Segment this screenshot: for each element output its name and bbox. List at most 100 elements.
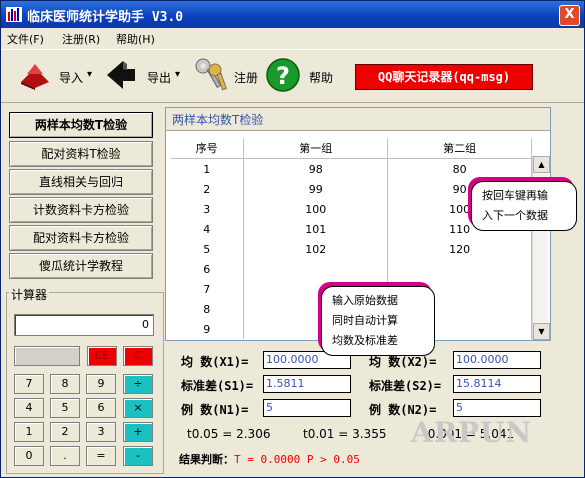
cell-group1[interactable] [243, 259, 389, 279]
row-index: 4 [170, 219, 245, 239]
row-index: 1 [170, 158, 245, 179]
col-header-group1: 第一组 [243, 138, 389, 159]
svg-text:?: ? [276, 62, 290, 90]
help-icon: ? [266, 58, 300, 92]
help-button[interactable]: ? 帮助 [265, 50, 337, 102]
calc-key-3[interactable]: 3 [86, 422, 116, 442]
nav-chi-square-count[interactable]: 计数资料卡方检验 [9, 197, 153, 223]
close-button[interactable]: X [559, 5, 580, 26]
table-row: 1 98 80 [170, 158, 532, 179]
result-label: 结果判断： [179, 453, 234, 466]
t-critical-005: t0.05 = 2.306 [187, 427, 271, 441]
register-label: 注册 [234, 71, 259, 85]
mean2-field[interactable]: 100.0000 [453, 351, 541, 369]
bar-chart-icon [6, 7, 22, 22]
table-row: 6 [170, 259, 532, 279]
cell-group2[interactable]: 120 [387, 239, 532, 259]
row-index: 9 [170, 319, 245, 339]
import-label: 导入 [59, 71, 84, 85]
panel-header: 两样本均数T检验 [166, 108, 550, 131]
calc-key-1[interactable]: 1 [14, 422, 44, 442]
col-header-group2: 第二组 [387, 138, 532, 159]
cell-group1[interactable]: 99 [243, 179, 389, 199]
help-label: 帮助 [309, 71, 334, 85]
export-button[interactable]: 导出 ▾ [101, 50, 187, 102]
scroll-up-icon[interactable]: ▲ [533, 156, 550, 173]
import-icon [21, 64, 49, 90]
window-title: 临床医师统计学助手 V3.0 [27, 10, 184, 25]
row-index: 7 [170, 279, 245, 299]
nav-paired-t-test[interactable]: 配对资料T检验 [9, 141, 153, 167]
calc-key-6[interactable]: 6 [86, 398, 116, 418]
cell-group1[interactable]: 98 [243, 158, 389, 179]
calc-key-add[interactable]: + [123, 422, 153, 442]
row-index: 6 [170, 259, 245, 279]
menu-bar: 文件(F) 注册(R) 帮助(H) [1, 28, 584, 48]
calc-key-9[interactable]: 9 [86, 374, 116, 394]
tip-enter-next: 按回车键再输 入下一个数据 [471, 181, 577, 231]
title-bar[interactable]: 临床医师统计学助手 V3.0 X [1, 1, 584, 28]
grid-header-row: 序号 第一组 第二组 [170, 138, 532, 159]
calculator-label: 计算器 [9, 286, 50, 303]
stats-panel: 均 数(X1)= 100.0000 均 数(X2)= 100.0000 标准差(… [165, 341, 549, 473]
keys-icon [195, 58, 227, 91]
cell-group2[interactable] [387, 259, 532, 279]
calc-key-dot[interactable]: . [50, 446, 80, 466]
cell-group1[interactable]: 100 [243, 199, 389, 219]
mean1-label: 均 数(X1)= [181, 355, 249, 369]
watermark-text: ARPUN [411, 416, 533, 449]
nav-linear-regression[interactable]: 直线相关与回归 [9, 169, 153, 195]
calc-key-c[interactable]: C [123, 346, 153, 366]
sd2-field[interactable]: 15.8114 [453, 375, 541, 393]
menu-file[interactable]: 文件(F) [7, 31, 44, 47]
scroll-down-icon[interactable]: ▼ [533, 323, 550, 340]
calc-key-0[interactable]: 0 [14, 446, 44, 466]
calculator-memory-slot [14, 346, 80, 366]
nav-chi-square-paired[interactable]: 配对资料卡方检验 [9, 225, 153, 251]
calc-key-equals[interactable]: = [86, 446, 116, 466]
menu-help[interactable]: 帮助(H) [116, 31, 155, 47]
result-value: T = 0.0000 P > 0.05 [234, 453, 360, 466]
export-label: 导出 [147, 71, 172, 85]
calc-key-4[interactable]: 4 [14, 398, 44, 418]
import-button[interactable]: 导入 ▾ [11, 50, 101, 102]
result-line: 结果判断：T = 0.0000 P > 0.05 [179, 451, 360, 467]
cell-group2[interactable]: 80 [387, 158, 532, 179]
calc-key-2[interactable]: 2 [50, 422, 80, 442]
panel-title: 两样本均数T检验 [172, 113, 264, 127]
n1-field[interactable]: 5 [263, 399, 351, 417]
tip-auto-calc: 输入原始数据 同时自动计算 均数及标准差 [321, 286, 435, 356]
nav-two-sample-t-test[interactable]: 两样本均数T检验 [9, 112, 153, 138]
chevron-down-icon: ▾ [175, 69, 181, 80]
qq-recorder-button[interactable]: QQ聊天记录器(qq-msg) [355, 64, 533, 90]
n2-field[interactable]: 5 [453, 399, 541, 417]
calc-key-8[interactable]: 8 [50, 374, 80, 394]
sd2-label: 标准差(S2)= [369, 379, 442, 393]
toolbar: 导入 ▾ 导出 ▾ 注册 ? 帮助 QQ聊天记录器(qq-msg) [1, 49, 584, 103]
cell-group1[interactable]: 102 [243, 239, 389, 259]
calc-key-ce[interactable]: CE [87, 346, 117, 366]
calc-key-multiply[interactable]: × [123, 398, 153, 418]
calculator-display[interactable]: 0 [14, 314, 154, 336]
sd1-field[interactable]: 1.5811 [263, 375, 351, 393]
calc-key-divide[interactable]: ÷ [123, 374, 153, 394]
col-header-index: 序号 [170, 138, 245, 159]
cell-group1[interactable]: 101 [243, 219, 389, 239]
calc-key-7[interactable]: 7 [14, 374, 44, 394]
menu-register[interactable]: 注册(R) [62, 31, 100, 47]
row-index: 2 [170, 179, 245, 199]
app-window: 临床医师统计学助手 V3.0 X 文件(F) 注册(R) 帮助(H) 导入 ▾ … [0, 0, 585, 478]
calc-key-5[interactable]: 5 [50, 398, 80, 418]
table-row: 5 102 120 [170, 239, 532, 259]
register-button[interactable]: 注册 [191, 50, 263, 102]
row-index: 8 [170, 299, 245, 319]
t-critical-001: t0.01 = 3.355 [303, 427, 387, 441]
n1-label: 例 数(N1)= [181, 403, 249, 417]
calc-key-subtract[interactable]: - [123, 446, 153, 466]
export-arrow-icon [107, 61, 135, 89]
row-index: 3 [170, 199, 245, 219]
chevron-down-icon: ▾ [87, 69, 93, 80]
sd1-label: 标准差(S1)= [181, 379, 254, 393]
row-index: 5 [170, 239, 245, 259]
nav-tutorial[interactable]: 傻瓜统计学教程 [9, 253, 153, 279]
